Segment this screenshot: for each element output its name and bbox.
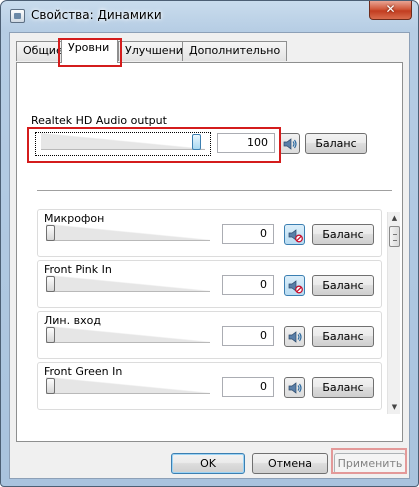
device-volume-track[interactable] — [46, 275, 210, 292]
device-volume-thumb[interactable] — [46, 378, 55, 394]
device-row: Лин. вход 0 Баланс — [37, 311, 382, 359]
device-mute-button[interactable] — [284, 377, 305, 398]
close-button[interactable]: ✕ — [369, 1, 412, 20]
cancel-button[interactable]: Отмена — [252, 453, 328, 474]
device-volume-thumb[interactable] — [46, 225, 55, 241]
dialog-body: Общие Уровни Улучшения Дополнительно Rea… — [9, 32, 410, 479]
scroll-up-arrow[interactable]: ▲ — [388, 212, 401, 225]
device-volume-value[interactable]: 0 — [222, 326, 274, 346]
tab-levels[interactable]: Уровни — [61, 38, 118, 63]
speaker-icon — [288, 331, 302, 343]
device-balance-button[interactable]: Баланс — [312, 377, 374, 398]
main-balance-button[interactable]: Баланс — [305, 133, 367, 154]
device-volume-value[interactable]: 0 — [222, 377, 274, 397]
section-divider — [37, 190, 392, 191]
speaker-muted-icon — [288, 229, 303, 243]
device-list-scrollbar[interactable]: ▲ ▼ — [387, 212, 400, 414]
device-balance-button[interactable]: Баланс — [312, 326, 374, 347]
device-balance-button[interactable]: Баланс — [312, 224, 374, 245]
speaker-muted-icon — [288, 280, 303, 294]
apply-highlight-frame — [331, 448, 407, 474]
device-mute-button[interactable] — [284, 224, 305, 245]
window-title: Свойства: Динамики — [31, 8, 162, 22]
speaker-icon — [283, 138, 297, 150]
device-volume-track[interactable] — [46, 326, 210, 343]
ok-button[interactable]: OK — [171, 453, 245, 474]
device-volume-thumb[interactable] — [46, 327, 55, 343]
main-mute-button[interactable] — [279, 133, 300, 154]
main-device-highlight-frame — [27, 127, 281, 163]
speaker-icon — [288, 382, 302, 394]
properties-window: Свойства: Динамики ✕ Общие Уровни Улучше… — [0, 0, 419, 487]
speaker-properties-icon — [10, 9, 25, 23]
device-row: Front Pink In 0 Баланс — [37, 260, 382, 308]
device-row: Front Green In 0 Баланс — [37, 362, 382, 410]
device-mute-button[interactable] — [284, 326, 305, 347]
title-bar[interactable]: Свойства: Динамики ✕ — [1, 1, 418, 31]
device-volume-thumb[interactable] — [46, 276, 55, 292]
device-volume-value[interactable]: 0 — [222, 275, 274, 295]
tab-advanced[interactable]: Дополнительно — [182, 41, 288, 61]
device-mute-button[interactable] — [284, 275, 305, 296]
scroll-thumb[interactable] — [389, 226, 400, 247]
main-device-label: Realtek HD Audio output — [31, 114, 167, 127]
device-balance-button[interactable]: Баланс — [312, 275, 374, 296]
device-volume-track[interactable] — [46, 377, 210, 394]
levels-panel: Realtek HD Audio output 100 Баланс Микро… — [16, 62, 403, 442]
device-row: Микрофон 0 Баланс — [37, 209, 382, 257]
device-volume-value[interactable]: 0 — [222, 224, 274, 244]
device-volume-track[interactable] — [46, 224, 210, 241]
scroll-down-arrow[interactable]: ▼ — [388, 401, 401, 414]
